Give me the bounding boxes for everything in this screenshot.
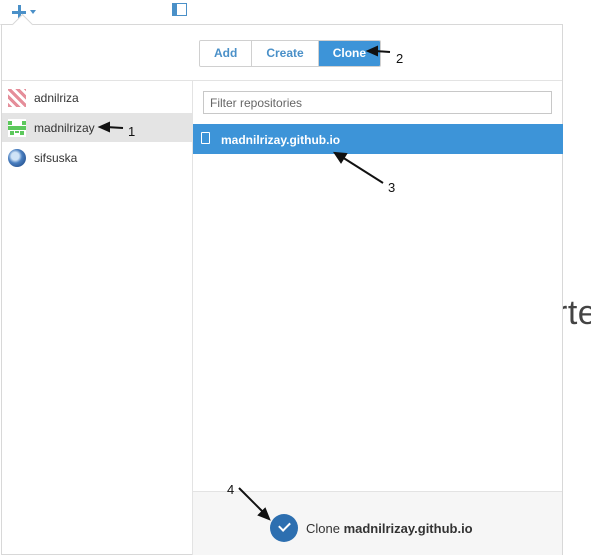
avatar: [8, 149, 26, 167]
annotation-4: 4: [227, 482, 235, 497]
avatar: [8, 119, 26, 137]
account-item-sifsuska[interactable]: sifsuska: [2, 143, 192, 172]
add-repository-popover: Add Create Clone adnilriza madnilrizay s…: [1, 13, 563, 555]
account-name: adnilriza: [34, 91, 79, 105]
account-name: madnilrizay: [34, 121, 95, 135]
repository-icon: [201, 132, 210, 144]
checkmark-icon: [270, 514, 298, 542]
annotation-1: 1: [128, 124, 136, 139]
clone-footer: Clone madnilrizay.github.io: [193, 491, 562, 555]
avatar: [8, 89, 26, 107]
clone-button[interactable]: Clone madnilrizay.github.io: [270, 513, 473, 543]
account-name: sifsuska: [34, 151, 78, 165]
clone-repo-name: madnilrizay.github.io: [343, 520, 473, 536]
accounts-list: adnilriza madnilrizay sifsuska: [2, 81, 193, 555]
annotation-3: 3: [388, 180, 396, 195]
chevron-down-icon: [30, 10, 36, 14]
tab-add[interactable]: Add: [200, 41, 253, 66]
sidebar-toggle-icon[interactable]: [172, 3, 187, 16]
account-item-madnilrizay[interactable]: madnilrizay: [2, 113, 192, 142]
filter-repositories-input[interactable]: [203, 91, 552, 114]
annotation-2: 2: [396, 51, 404, 66]
clone-label: Clone madnilrizay.github.io: [306, 520, 473, 536]
repository-item[interactable]: madnilrizay.github.io: [193, 124, 563, 154]
tab-clone[interactable]: Clone: [318, 41, 381, 66]
account-item-adnilriza[interactable]: adnilriza: [2, 83, 192, 112]
tab-create[interactable]: Create: [252, 41, 319, 66]
repository-name: madnilrizay.github.io: [221, 133, 341, 147]
add-repository-button[interactable]: [10, 2, 44, 20]
mode-tabs: Add Create Clone: [199, 40, 382, 67]
